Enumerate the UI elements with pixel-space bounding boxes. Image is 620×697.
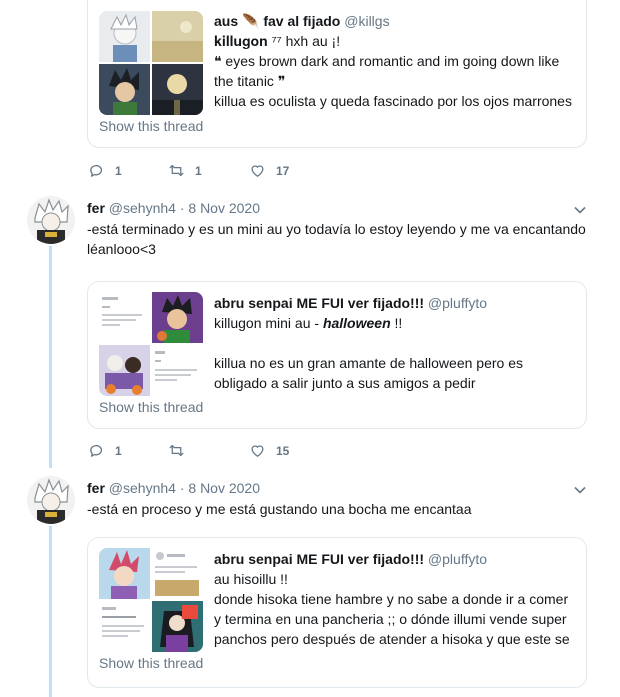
heart-icon: [251, 445, 264, 457]
tweet-text: -está terminado y es un mini au yo todav…: [87, 221, 586, 257]
tweet-author-name[interactable]: fer: [87, 480, 105, 496]
quote-author-name[interactable]: aus 🪶 fav al fijado: [214, 13, 340, 29]
tweet-screenshot-thumbnail[interactable]: [99, 292, 150, 343]
reply-icon: [90, 164, 103, 177]
tweet-actions: 1 15: [88, 442, 348, 462]
tweet-text: -está en proceso y me está gustando una …: [87, 501, 472, 517]
gon-art-thumbnail[interactable]: [99, 64, 150, 115]
quote-text-line: ❝ eyes brown dark and romantic and im go…: [214, 53, 560, 89]
retweet-button[interactable]: 1: [168, 162, 202, 179]
quote-author-handle[interactable]: @killgs: [344, 13, 389, 29]
show-thread-link[interactable]: Show this thread: [99, 399, 203, 415]
tweet-author-name[interactable]: fer: [87, 200, 105, 216]
tweet-screenshot-thumbnail[interactable]: [99, 601, 150, 652]
quote-author-name[interactable]: abru senpai ME FUI ver fijado!!!: [214, 551, 424, 567]
retweet-count: 1: [195, 163, 202, 178]
quote-author-handle[interactable]: @pluffyto: [428, 295, 487, 311]
thread-line-1: [49, 246, 52, 468]
quote-text-suffix: !!: [390, 315, 403, 331]
halloween-art-thumbnail[interactable]: [99, 345, 150, 396]
moon-night-thumbnail[interactable]: [152, 64, 203, 115]
tweet-screenshot-thumbnail[interactable]: [152, 345, 203, 396]
tweet-date[interactable]: · 8 Nov 2020: [180, 200, 260, 216]
quote-text-prefix: killugon mini au -: [214, 315, 323, 331]
like-button[interactable]: 17: [249, 162, 289, 179]
tweet-header: fer @sehynh4 · 8 Nov 2020: [87, 480, 260, 496]
quote-tweet-pluffyto[interactable]: abru senpai ME FUI ver fijado!!! @pluffy…: [87, 281, 587, 429]
hisoka-art-thumbnail[interactable]: [99, 548, 150, 599]
reply-button[interactable]: 1: [88, 442, 122, 459]
tweet-header: fer @sehynh4 · 8 Nov 2020: [87, 200, 260, 216]
show-thread-link[interactable]: Show this thread: [99, 118, 203, 134]
reply-icon: [90, 444, 103, 457]
quote-text-line: 𝐤𝐢𝐥𝐥𝐮𝐠𝐨𝐧 ⁷⁷ hxh au ¡!: [214, 33, 341, 49]
like-count: 15: [276, 443, 290, 458]
quote-author-handle[interactable]: @pluffyto: [428, 551, 487, 567]
retweet-button[interactable]: [168, 442, 195, 459]
chevron-down-icon[interactable]: [573, 203, 587, 217]
quote-media-grid[interactable]: [99, 548, 203, 652]
quote-author-name[interactable]: abru senpai ME FUI ver fijado!!!: [214, 295, 424, 311]
heart-icon: [251, 165, 264, 177]
tweet-author-handle[interactable]: @sehynh4: [109, 200, 176, 216]
thread-line-2: [49, 526, 52, 697]
quote-text-line: killua es oculista y queda fascinado por…: [214, 93, 572, 109]
tweet-actions: 1 1 17: [88, 162, 348, 182]
avatar[interactable]: [27, 196, 75, 244]
reply-count: 1: [115, 443, 122, 458]
reply-button[interactable]: 1: [88, 162, 122, 179]
quote-media-grid[interactable]: [99, 11, 203, 115]
tweet-screenshot-thumbnail[interactable]: [152, 548, 203, 599]
illumi-art-thumbnail[interactable]: [152, 601, 203, 652]
quote-media-grid[interactable]: [99, 292, 203, 396]
sand-landscape-thumbnail[interactable]: [152, 11, 203, 62]
like-count: 17: [276, 163, 290, 178]
tweet-date[interactable]: · 8 Nov 2020: [180, 480, 260, 496]
reply-count: 1: [115, 163, 122, 178]
show-thread-link[interactable]: Show this thread: [99, 655, 203, 671]
like-button[interactable]: 15: [249, 442, 289, 459]
quote-text-line: killua no es un gran amante de halloween…: [214, 355, 523, 391]
tweet-author-handle[interactable]: @sehynh4: [109, 480, 176, 496]
chevron-down-icon[interactable]: [573, 483, 587, 497]
gon-art-thumbnail[interactable]: [152, 292, 203, 343]
avatar-image: [27, 196, 75, 244]
quote-text-line: au hisoillu !!: [214, 571, 288, 587]
quote-tweet-pluffyto[interactable]: abru senpai ME FUI ver fijado!!! @pluffy…: [87, 537, 587, 688]
retweet-icon: [169, 164, 184, 177]
quote-text-line: killugon mini au - halloween !!: [214, 313, 578, 333]
avatar[interactable]: [27, 476, 75, 524]
quote-text-line: donde hisoka tiene hambre y no sabe a do…: [214, 591, 570, 647]
quote-tweet-killgs[interactable]: aus 🪶 fav al fijado @killgs 𝐤𝐢𝐥𝐥𝐮𝐠𝐨𝐧 ⁷⁷ …: [87, 0, 587, 148]
retweet-icon: [169, 444, 184, 457]
avatar-image: [27, 476, 75, 524]
killua-art-thumbnail[interactable]: [99, 11, 150, 62]
quote-text-emphasis: halloween: [322, 315, 391, 331]
